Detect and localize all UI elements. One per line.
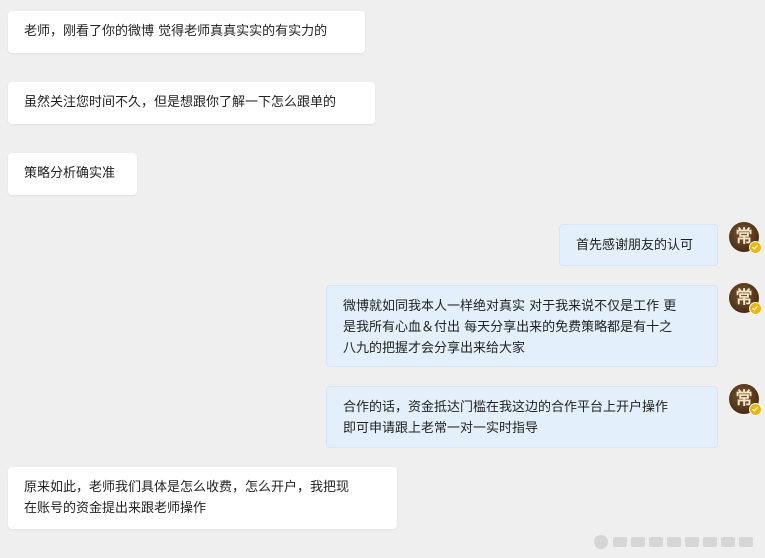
verified-badge-icon [749,241,762,254]
message-text-line: 在账号的资金提出来跟老师操作 [24,501,207,516]
sender-avatar[interactable]: 常 [729,222,762,254]
message-text-line: 是我所有心血＆付出 每天分享出来的免费策略都是有十之 [343,320,673,335]
message-text-line: 八九的把握才会分享出来给大家 [343,341,526,356]
message-text-line: 微博就如同我本人一样绝对真实 对于我来说不仅是工作 更 [343,299,677,314]
message-bubble-incoming: 虽然关注您时间不久，但是想跟你了解一下怎么跟单的 [8,82,375,124]
message-text: 虽然关注您时间不久，但是想跟你了解一下怎么跟单的 [24,95,337,110]
sender-avatar[interactable]: 常 [729,283,762,315]
message-text: 策略分析确实准 [24,166,116,181]
message-text-line: 原来如此，老师我们具体是怎么收费，怎么开户，我把现 [24,480,350,495]
message-bubble-outgoing: 合作的话，资金抵达门槛在我这边的合作平台上开户操作 即可申请跟上老常一对一实时指… [326,386,718,448]
message-text-line: 即可申请跟上老常一对一实时指导 [343,421,539,436]
message-bubble-outgoing: 微博就如同我本人一样绝对真实 对于我来说不仅是工作 更 是我所有心血＆付出 每天… [326,285,718,367]
message-bubble-incoming: 策略分析确实准 [8,153,137,195]
message-bubble-incoming: 原来如此，老师我们具体是怎么收费，怎么开户，我把现 在账号的资金提出来跟老师操作 [8,467,397,529]
verified-badge-icon [749,302,762,315]
message-bubble-outgoing: 首先感谢朋友的认可 [559,224,718,266]
message-bubble-incoming: 老师，刚看了你的微博 觉得老师真真实实的有实力的 [8,11,365,53]
message-text-line: 合作的话，资金抵达门槛在我这边的合作平台上开户操作 [343,400,669,415]
message-text: 首先感谢朋友的认可 [576,238,694,253]
sender-avatar[interactable]: 常 [729,384,762,416]
verified-badge-icon [749,403,762,416]
watermark-logo-icon [589,532,759,552]
message-text: 老师，刚看了你的微博 觉得老师真真实实的有实力的 [24,24,328,39]
